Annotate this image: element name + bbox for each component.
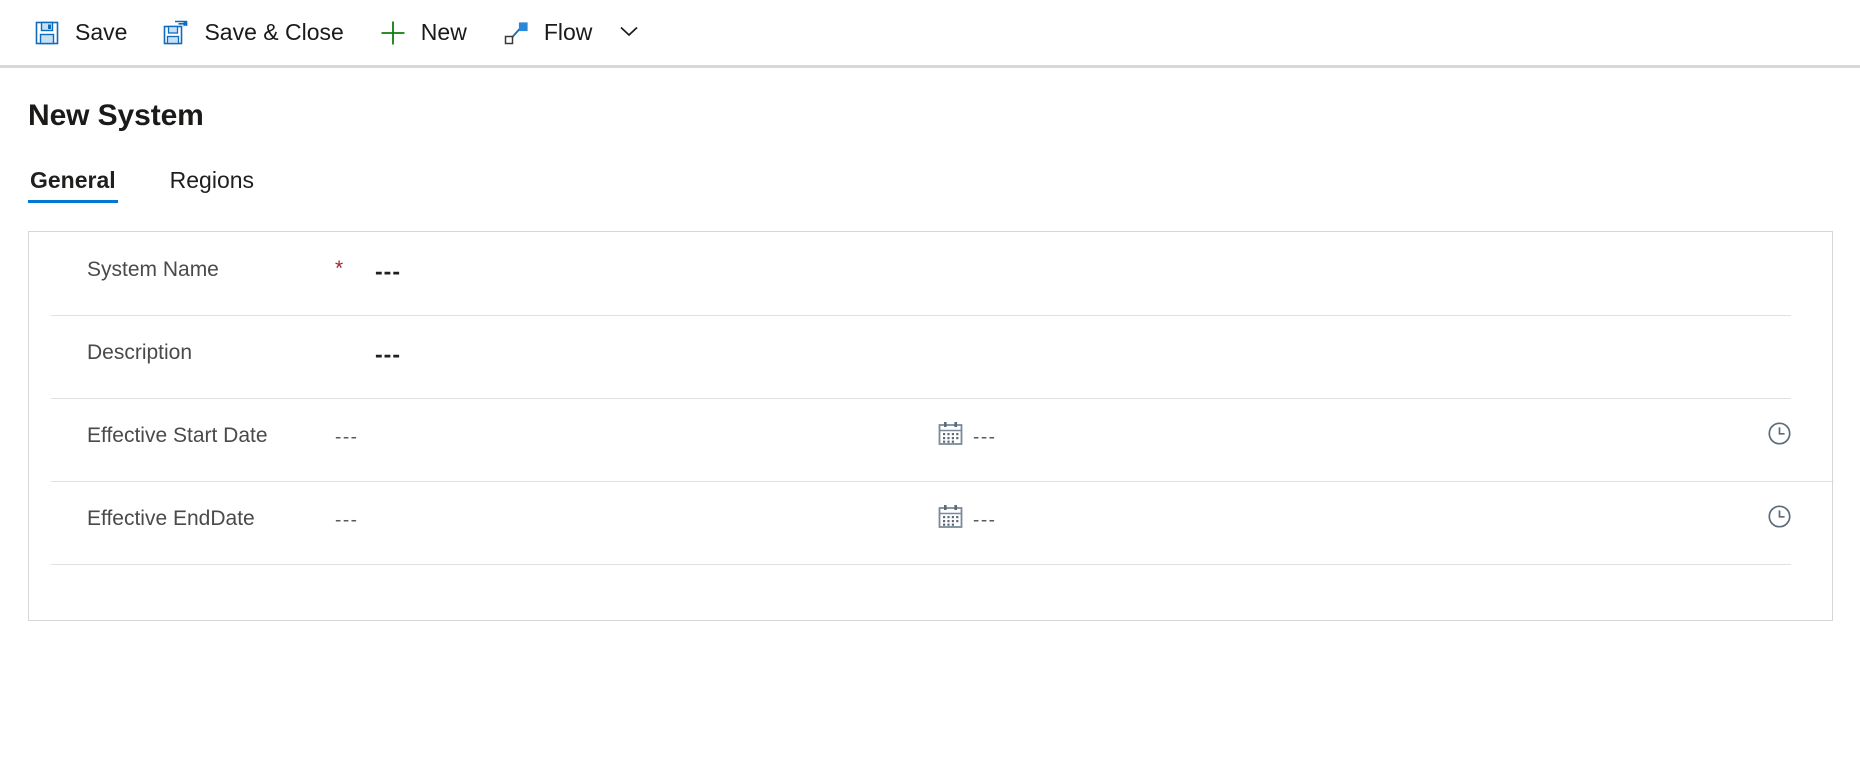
plus-icon — [378, 18, 408, 48]
effective-end-time-value[interactable]: --- — [973, 481, 1493, 532]
chevron-down-icon — [617, 19, 641, 46]
clock-icon — [1766, 503, 1793, 535]
new-button[interactable]: New — [364, 9, 481, 57]
effective-start-time-value[interactable]: --- — [973, 398, 1493, 449]
save-and-close-button[interactable]: Save & Close — [147, 9, 357, 57]
tab-strip: General Regions — [28, 161, 1860, 203]
description-value[interactable]: --- — [375, 315, 401, 368]
effective-start-date-calendar-button[interactable] — [927, 398, 973, 452]
save-and-close-button-label: Save & Close — [204, 19, 344, 45]
row-divider-4 — [51, 564, 1791, 565]
page-title: New System — [28, 99, 204, 132]
save-and-close-icon — [161, 18, 191, 48]
general-form-card: System Name * --- Description --- Effect… — [28, 231, 1834, 621]
calendar-icon — [937, 420, 964, 452]
command-bar: Save Save & Close New Flow — [0, 0, 1860, 68]
description-required-marker — [335, 315, 375, 340]
effective-start-time-button[interactable] — [1756, 398, 1802, 452]
form-row-effective-end-date: Effective EndDate --- --- — [29, 481, 1832, 564]
overflow-chevron-button[interactable] — [608, 9, 650, 57]
flow-button-label: Flow — [543, 19, 593, 45]
form-row-description: Description --- — [29, 315, 1832, 398]
effective-end-date-value[interactable]: --- — [335, 481, 927, 532]
save-icon — [32, 18, 62, 48]
effective-start-date-label: Effective Start Date — [87, 424, 268, 447]
effective-end-time-button[interactable] — [1756, 481, 1802, 535]
tab-general[interactable]: General — [28, 169, 118, 203]
page-body: New System General Regions System Name *… — [0, 99, 1860, 621]
form-row-effective-start-date: Effective Start Date --- --- — [29, 398, 1832, 481]
system-name-required-marker: * — [335, 257, 344, 280]
description-label: Description — [87, 341, 193, 364]
new-button-label: New — [420, 19, 467, 45]
system-name-value[interactable]: --- — [375, 232, 401, 285]
save-button[interactable]: Save — [18, 9, 141, 57]
tab-general-label: General — [30, 167, 116, 193]
system-name-label: System Name — [87, 258, 219, 281]
flow-button[interactable]: Flow — [487, 9, 607, 57]
effective-end-date-label: Effective EndDate — [87, 507, 255, 530]
save-button-label: Save — [75, 19, 128, 45]
calendar-icon — [937, 503, 964, 535]
effective-end-date-calendar-button[interactable] — [927, 481, 973, 535]
tab-regions-label: Regions — [169, 167, 255, 193]
effective-start-date-value[interactable]: --- — [335, 398, 927, 449]
form-row-system-name: System Name * --- — [29, 232, 1832, 315]
clock-icon — [1766, 420, 1793, 452]
tab-regions[interactable]: Regions — [168, 169, 256, 203]
flow-icon — [501, 18, 531, 48]
